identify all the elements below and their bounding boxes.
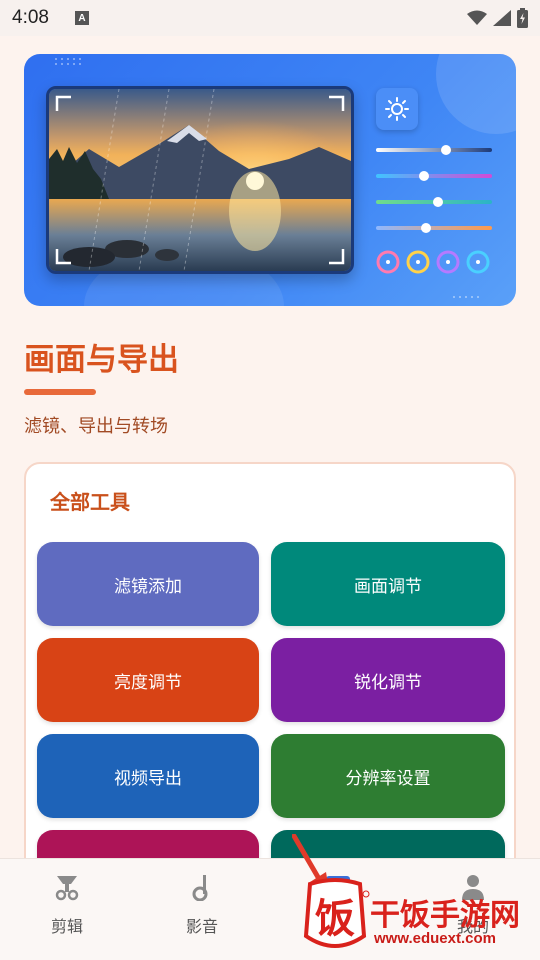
slider-controls [376,145,492,274]
tool-label: 滤镜添加 [114,576,182,597]
brightness-adjust-button[interactable]: 亮度调节 [37,638,259,722]
dots-decoration [55,58,81,65]
watermark-logo: 饭 [303,878,370,948]
landscape-image [46,86,354,274]
sharpen-adjust-button[interactable]: 锐化调节 [271,638,505,722]
tool-label: 亮度调节 [114,672,182,693]
nav-item-edit[interactable]: 剪辑 [22,871,112,951]
nav-label: 影音 [185,917,218,936]
sun-icon [376,88,418,130]
dots-decoration [453,296,479,298]
status-bar: 4:08 A [0,0,540,36]
tools-title: 全部工具 [50,490,130,514]
music-note-icon [186,871,218,903]
tool-label: 画面调节 [354,576,422,597]
page-title: 画面与导出 [24,342,179,378]
picture-adjust-button[interactable]: 画面调节 [271,542,505,626]
signal-icon [493,10,511,26]
nav-label: 剪辑 [50,917,83,936]
status-icons [467,8,528,28]
watermark-logo-glyph: 饭 [315,896,355,942]
a-notification-icon: A [74,11,89,25]
watermark: 饭 干饭手游网 www.eduext.com [292,834,536,956]
cut-icon [51,871,83,903]
battery-charging-icon [517,8,528,28]
tool-label: 锐化调节 [354,672,422,693]
title-underline [24,389,96,395]
wifi-icon [467,10,487,25]
adjustment-panel [376,88,494,278]
nav-item-media[interactable]: 影音 [157,871,247,951]
tool-label: 视频导出 [114,768,182,789]
tool-label: 分辨率设置 [345,768,431,789]
resolution-settings-button[interactable]: 分辨率设置 [271,734,505,818]
watermark-url: www.eduext.com [374,930,496,947]
page-subtitle: 滤镜、导出与转场 [24,416,168,437]
status-time: 4:08 [12,7,49,28]
video-export-button[interactable]: 视频导出 [37,734,259,818]
hero-banner [24,54,516,306]
watermark-text: 干饭手游网 [370,898,520,933]
filter-add-button[interactable]: 滤镜添加 [37,542,259,626]
